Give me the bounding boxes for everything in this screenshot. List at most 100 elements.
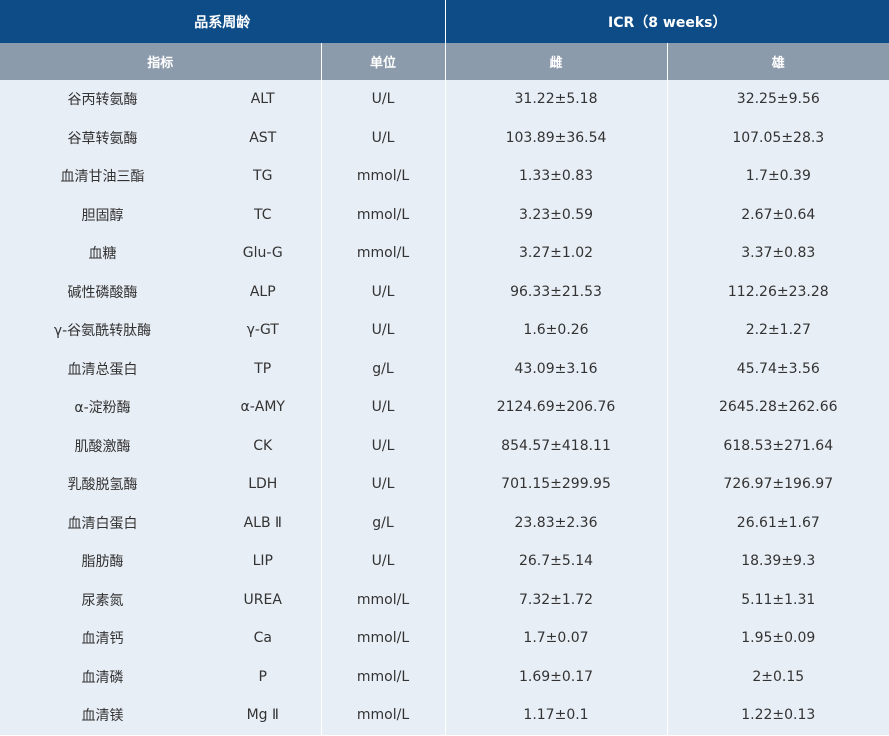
header-row-columns: 指标 单位 雌 雄 <box>0 43 889 80</box>
table-row: 血糖 Glu-G mmol/L 3.27±1.02 3.37±0.83 <box>0 234 889 273</box>
table-row: 脂肪酶 LIP U/L 26.7±5.14 18.39±9.3 <box>0 542 889 581</box>
unit-cell: mmol/L <box>321 696 446 735</box>
unit-cell: U/L <box>321 465 446 504</box>
table-row: 碱性磷酸酶 ALP U/L 96.33±21.53 112.26±23.28 <box>0 272 889 311</box>
indicator-abbr-cell: ALT <box>205 80 322 119</box>
female-value-cell: 31.22±5.18 <box>445 80 668 119</box>
biochemistry-table: 品系周龄 ICR（8 weeks） 指标 单位 雌 雄 谷丙转氨酶 ALT U/L 3… <box>0 0 889 735</box>
table-row: 血清甘油三酯 TG mmol/L 1.33±0.83 1.7±0.39 <box>0 157 889 196</box>
female-value-cell: 3.27±1.02 <box>445 234 668 273</box>
indicator-name-cell: 脂肪酶 <box>0 542 205 581</box>
female-header: 雌 <box>445 43 668 80</box>
table-row: γ-谷氨酰转肽酶 γ-GT U/L 1.6±0.26 2.2±1.27 <box>0 311 889 350</box>
table-row: 血清白蛋白 ALB Ⅱg/L 23.83±2.36 26.61±1.67 <box>0 503 889 542</box>
indicator-abbr-cell: LDH <box>205 465 322 504</box>
indicator-name-cell: 血清磷 <box>0 657 205 696</box>
table-row: 乳酸脱氢酶 LDH U/L 701.15±299.95 726.97±196.97 <box>0 465 889 504</box>
male-value-cell: 18.39±9.3 <box>667 542 889 581</box>
indicator-abbr-cell: ALP <box>205 272 322 311</box>
indicator-name-cell: 谷草转氨酶 <box>0 118 205 157</box>
indicator-abbr-cell: γ-GT <box>205 311 322 350</box>
table-row: 血清钙 Ca mmol/L 1.7±0.07 1.95±0.09 <box>0 619 889 658</box>
indicator-name-cell: 胆固醇 <box>0 195 205 234</box>
male-value-cell: 618.53±271.64 <box>667 426 889 465</box>
table-row: 血清磷 Pmmol/L 1.69±0.17 2±0.15 <box>0 657 889 696</box>
male-value-cell: 107.05±28.3 <box>667 118 889 157</box>
indicator-header: 指标 <box>0 43 322 80</box>
female-value-cell: 96.33±21.53 <box>445 272 668 311</box>
indicator-abbr-cell: Glu-G <box>205 234 322 273</box>
female-value-cell: 26.7±5.14 <box>445 542 668 581</box>
indicator-abbr-cell: Mg Ⅱ <box>205 696 322 735</box>
unit-cell: g/L <box>321 503 446 542</box>
indicator-abbr-cell: UREA <box>205 580 322 619</box>
indicator-abbr-cell: ALB Ⅱ <box>205 503 322 542</box>
male-value-cell: 112.26±23.28 <box>667 272 889 311</box>
female-value-cell: 854.57±418.11 <box>445 426 668 465</box>
indicator-name-cell: γ-谷氨酰转肽酶 <box>0 311 205 350</box>
table-row: 谷丙转氨酶 ALT U/L 31.22±5.18 32.25±9.56 <box>0 80 889 119</box>
indicator-abbr-cell: LIP <box>205 542 322 581</box>
unit-cell: U/L <box>321 388 446 427</box>
male-value-cell: 5.11±1.31 <box>667 580 889 619</box>
table-row: 肌酸激酶 CK U/L 854.57±418.11 618.53±271.64 <box>0 426 889 465</box>
male-value-cell: 32.25±9.56 <box>667 80 889 119</box>
indicator-abbr-cell: AST <box>205 118 322 157</box>
male-value-cell: 726.97±196.97 <box>667 465 889 504</box>
male-value-cell: 2±0.15 <box>667 657 889 696</box>
male-header: 雄 <box>667 43 889 80</box>
unit-cell: U/L <box>321 118 446 157</box>
unit-cell: U/L <box>321 272 446 311</box>
unit-cell: mmol/L <box>321 657 446 696</box>
unit-cell: mmol/L <box>321 619 446 658</box>
unit-cell: mmol/L <box>321 157 446 196</box>
unit-cell: U/L <box>321 80 446 119</box>
female-value-cell: 43.09±3.16 <box>445 349 668 388</box>
table-row: 血清总蛋白 TP g/L 43.09±3.16 45.74±3.56 <box>0 349 889 388</box>
indicator-name-cell: 尿素氮 <box>0 580 205 619</box>
indicator-name-cell: 血清镁 <box>0 696 205 735</box>
female-value-cell: 2124.69±206.76 <box>445 388 668 427</box>
male-value-cell: 2.67±0.64 <box>667 195 889 234</box>
male-value-cell: 3.37±0.83 <box>667 234 889 273</box>
table-row: 血清镁 Mg Ⅱmmol/L 1.17±0.1 1.22±0.13 <box>0 696 889 735</box>
strain-age-header: 品系周龄 <box>0 0 446 43</box>
table-row: 尿素氮 UREA mmol/L 7.32±1.72 5.11±1.31 <box>0 580 889 619</box>
indicator-name-cell: 血清钙 <box>0 619 205 658</box>
unit-cell: g/L <box>321 349 446 388</box>
unit-cell: U/L <box>321 311 446 350</box>
female-value-cell: 7.32±1.72 <box>445 580 668 619</box>
table-row: α-淀粉酶 α-AMY U/L 2124.69±206.76 2645.28±262.6… <box>0 388 889 427</box>
female-value-cell: 1.69±0.17 <box>445 657 668 696</box>
male-value-cell: 26.61±1.67 <box>667 503 889 542</box>
male-value-cell: 1.7±0.39 <box>667 157 889 196</box>
unit-cell: U/L <box>321 542 446 581</box>
male-value-cell: 2.2±1.27 <box>667 311 889 350</box>
indicator-name-cell: α-淀粉酶 <box>0 388 205 427</box>
female-value-cell: 1.6±0.26 <box>445 311 668 350</box>
female-value-cell: 3.23±0.59 <box>445 195 668 234</box>
indicator-abbr-cell: α-AMY <box>205 388 322 427</box>
indicator-name-cell: 碱性磷酸酶 <box>0 272 205 311</box>
male-value-cell: 1.95±0.09 <box>667 619 889 658</box>
unit-cell: mmol/L <box>321 234 446 273</box>
indicator-name-cell: 肌酸激酶 <box>0 426 205 465</box>
header-row-strain: 品系周龄 ICR（8 weeks） <box>0 0 889 43</box>
unit-cell: mmol/L <box>321 580 446 619</box>
indicator-abbr-cell: TP <box>205 349 322 388</box>
male-value-cell: 1.22±0.13 <box>667 696 889 735</box>
table-body: 谷丙转氨酶 ALT U/L 31.22±5.18 32.25±9.56 谷草转氨酶 AST U… <box>0 80 889 735</box>
indicator-name-cell: 血清白蛋白 <box>0 503 205 542</box>
indicator-name-cell: 血清总蛋白 <box>0 349 205 388</box>
male-value-cell: 2645.28±262.66 <box>667 388 889 427</box>
female-value-cell: 23.83±2.36 <box>445 503 668 542</box>
indicator-name-cell: 谷丙转氨酶 <box>0 80 205 119</box>
unit-cell: mmol/L <box>321 195 446 234</box>
indicator-abbr-cell: CK <box>205 426 322 465</box>
female-value-cell: 1.7±0.07 <box>445 619 668 658</box>
strain-value-header: ICR（8 weeks） <box>445 0 889 43</box>
indicator-abbr-cell: Ca <box>205 619 322 658</box>
unit-header: 单位 <box>321 43 446 80</box>
indicator-name-cell: 血清甘油三酯 <box>0 157 205 196</box>
female-value-cell: 1.17±0.1 <box>445 696 668 735</box>
